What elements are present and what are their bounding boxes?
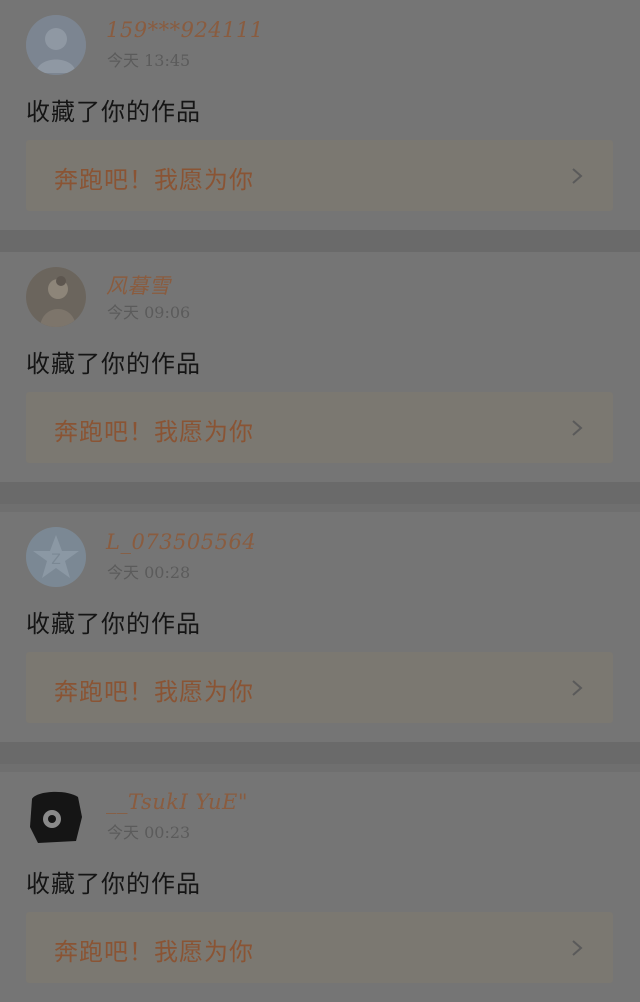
default-person-avatar-icon	[26, 15, 86, 75]
avatar[interactable]: Z	[26, 527, 86, 587]
username[interactable]: 风暮雪	[106, 270, 171, 300]
notification-item[interactable]: 159***924111 今天 13:45 收藏了你的作品 奔跑吧！我愿为你	[0, 0, 640, 230]
action-text: 收藏了你的作品	[26, 350, 201, 378]
notification-item[interactable]: Z L_073505564 今天 00:28 收藏了你的作品 奔跑吧！我愿为你	[0, 512, 640, 742]
notification-item[interactable]: __TsukI YuE" 今天 00:23 收藏了你的作品 奔跑吧！我愿为你	[0, 772, 640, 1002]
timestamp: 今天 00:28	[107, 563, 191, 582]
chevron-right-icon	[567, 938, 587, 958]
chevron-right-icon	[567, 418, 587, 438]
work-link[interactable]: 奔跑吧！我愿为你	[26, 912, 613, 983]
work-link[interactable]: 奔跑吧！我愿为你	[26, 140, 613, 211]
work-link[interactable]: 奔跑吧！我愿为你	[26, 652, 613, 723]
divider	[0, 230, 640, 252]
action-text: 收藏了你的作品	[26, 870, 201, 898]
work-title: 奔跑吧！我愿为你	[54, 678, 254, 706]
notification-item[interactable]: 风暮雪 今天 09:06 收藏了你的作品 奔跑吧！我愿为你	[0, 252, 640, 482]
photo-avatar-icon	[26, 267, 86, 327]
username[interactable]: __TsukI YuE"	[106, 790, 248, 814]
work-link[interactable]: 奔跑吧！我愿为你	[26, 392, 613, 463]
work-title: 奔跑吧！我愿为你	[54, 938, 254, 966]
notification-feed: 159***924111 今天 13:45 收藏了你的作品 奔跑吧！我愿为你 风…	[0, 0, 640, 1002]
avatar[interactable]	[26, 15, 86, 75]
avatar[interactable]	[26, 267, 86, 327]
divider	[0, 482, 640, 504]
timestamp: 今天 13:45	[107, 51, 191, 70]
username[interactable]: 159***924111	[106, 18, 264, 42]
chevron-right-icon	[567, 678, 587, 698]
avatar[interactable]	[26, 787, 86, 847]
qq-star-avatar-icon: Z	[26, 527, 86, 587]
username[interactable]: L_073505564	[106, 530, 256, 554]
work-title: 奔跑吧！我愿为你	[54, 166, 254, 194]
action-text: 收藏了你的作品	[26, 610, 201, 638]
divider	[0, 742, 640, 764]
svg-text:Z: Z	[51, 552, 61, 568]
work-title: 奔跑吧！我愿为你	[54, 418, 254, 446]
chevron-right-icon	[567, 166, 587, 186]
timestamp: 今天 09:06	[107, 303, 191, 322]
timestamp: 今天 00:23	[107, 823, 191, 842]
action-text: 收藏了你的作品	[26, 98, 201, 126]
dark-photo-avatar-icon	[26, 787, 86, 847]
